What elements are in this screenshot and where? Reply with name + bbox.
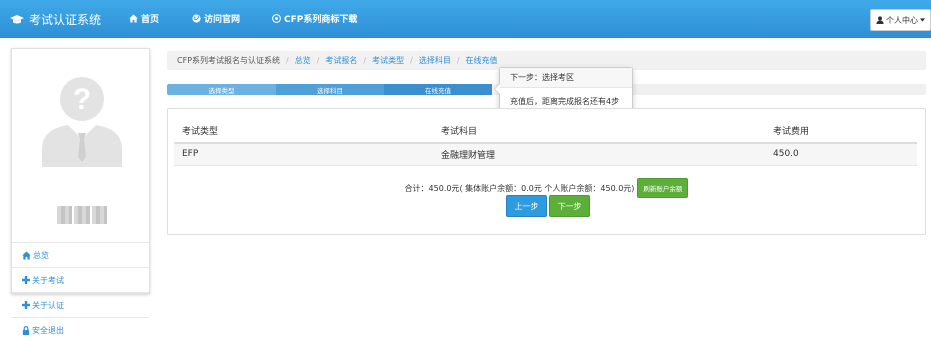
username-blurred: [57, 206, 107, 224]
refresh-balance-button[interactable]: 刷新账户余额: [637, 178, 689, 198]
progress-step-select-subject: 选择科目: [276, 84, 384, 95]
sidebar-item-label: 安全退出: [32, 325, 64, 335]
cell-exam-subject: 金融理财管理: [433, 143, 765, 166]
column-header-exam-type: 考试类型: [174, 119, 433, 144]
nav-trademark-download[interactable]: CFP系列商标下载: [272, 12, 357, 25]
breadcrumb-link-exam-type[interactable]: 考试类型: [372, 55, 404, 66]
previous-step-button[interactable]: 上一步: [506, 195, 547, 217]
column-header-exam-fee: 考试费用: [765, 119, 917, 144]
cell-exam-type: EFP: [174, 143, 433, 166]
plus-icon: [22, 276, 30, 284]
breadcrumb-link-select-subject[interactable]: 选择科目: [419, 55, 451, 66]
sidebar-item-about-certification[interactable]: 关于认证: [12, 292, 149, 317]
user-center-label: 个人中心: [886, 15, 918, 25]
nav-official-site[interactable]: 访问官网: [192, 12, 240, 25]
brand-title: 考试认证系统: [29, 13, 102, 27]
unknown-user-icon: ?: [42, 77, 122, 167]
table-row: EFP 金融理财管理 450.0: [174, 143, 917, 166]
globe-icon: [192, 14, 201, 23]
nav-official-site-label: 访问官网: [204, 15, 241, 25]
next-step-button[interactable]: 下一步: [549, 195, 590, 217]
tooltip-title: 下一步：选择考区: [500, 68, 632, 88]
sidebar: ? 总览 关于考试 关于认证 安全退出: [11, 48, 150, 335]
table-header-row: 考试类型 考试科目 考试费用: [174, 119, 917, 144]
sidebar-item-overview[interactable]: 总览: [12, 242, 149, 267]
copyright-icon: [272, 14, 281, 23]
sidebar-item-label: 关于认证: [32, 300, 64, 310]
order-summary-panel: 考试类型 考试科目 考试费用 EFP 金融理财管理 450.0 合计：450.0…: [167, 108, 926, 235]
home-icon: [22, 250, 31, 260]
total-and-balance-text: 合计：450.0元( 集体账户余额：0.0元 个人账户余额：450.0元): [404, 183, 635, 193]
breadcrumb-link-exam-registration[interactable]: 考试报名: [325, 55, 357, 66]
breadcrumb-link-overview[interactable]: 总览: [295, 55, 311, 66]
column-header-exam-subject: 考试科目: [433, 119, 765, 144]
exam-fee-table: 考试类型 考试科目 考试费用 EFP 金融理财管理 450.0: [174, 119, 917, 166]
sidebar-item-label: 关于考试: [32, 275, 64, 285]
plus-icon: [22, 301, 30, 309]
lock-icon: [22, 325, 30, 335]
svg-text:?: ?: [73, 83, 91, 116]
sidebar-item-about-exam[interactable]: 关于考试: [12, 267, 149, 292]
top-navbar: 考试认证系统 首页 访问官网 CFP系列商标下载 个人中心: [0, 0, 931, 38]
graduation-cap-icon: [10, 14, 24, 23]
app-brand[interactable]: 考试认证系统: [10, 11, 101, 28]
cell-exam-fee: 450.0: [765, 143, 917, 166]
user-center-dropdown[interactable]: 个人中心: [870, 9, 931, 31]
main-panel: CFP系列考试报名与认证系统 / 总览 / 考试报名 / 考试类型 / 选择科目…: [167, 51, 926, 115]
caret-down-icon: [920, 18, 925, 22]
nav-home[interactable]: 首页: [129, 12, 159, 25]
sidebar-menu: 总览 关于考试 关于认证 安全退出: [12, 242, 149, 342]
user-icon: [876, 16, 884, 24]
step-buttons: 上一步 下一步: [506, 195, 590, 217]
nav-home-label: 首页: [141, 15, 160, 25]
home-icon: [129, 14, 138, 23]
progress-step-select-type: 选择类型: [167, 84, 276, 95]
nav-trademark-download-label: CFP系列商标下载: [284, 15, 358, 25]
sidebar-item-label: 总览: [33, 250, 49, 260]
breadcrumb-link-online-recharge[interactable]: 在线充值: [466, 55, 498, 66]
progress-step-online-recharge: 在线充值: [384, 84, 492, 95]
sidebar-item-logout[interactable]: 安全退出: [12, 317, 149, 342]
breadcrumb-root: CFP系列考试报名与认证系统: [177, 56, 281, 65]
avatar: ?: [42, 67, 122, 167]
